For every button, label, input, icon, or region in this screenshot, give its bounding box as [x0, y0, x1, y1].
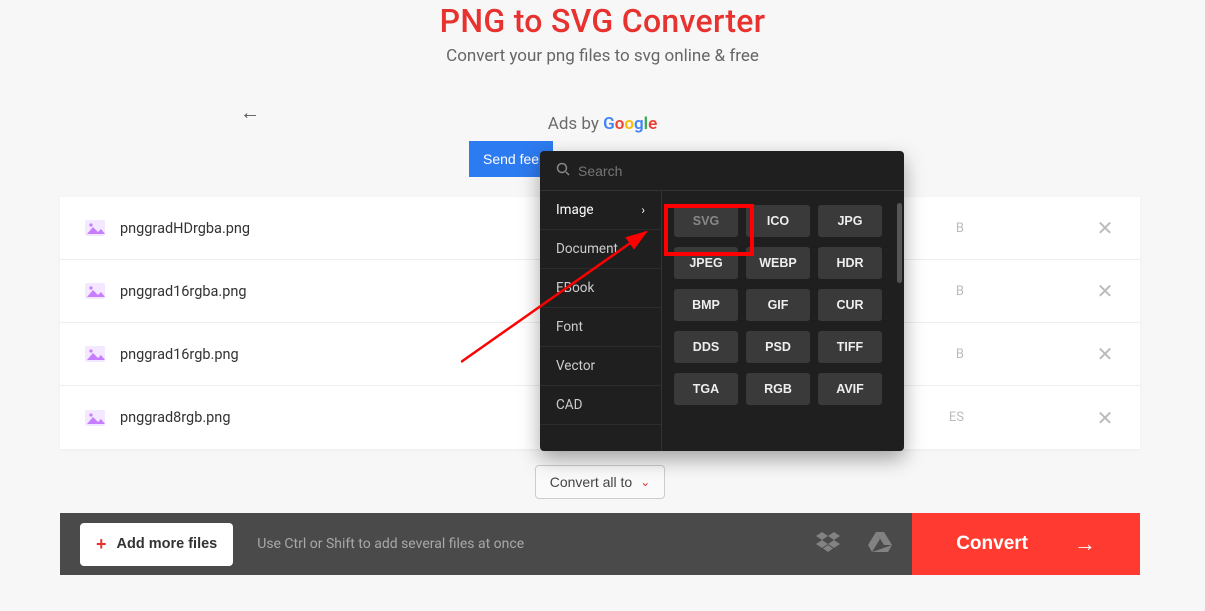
back-arrow-icon[interactable]: ← [240, 100, 260, 125]
file-name: pnggrad16rgb.png [120, 346, 470, 363]
category-label: EBook [556, 280, 594, 296]
format-category-list: Image › Document EBook Font Vector CAD [540, 191, 662, 451]
add-more-label: Add more files [117, 536, 218, 552]
image-file-icon [84, 219, 106, 237]
file-size: B [956, 284, 964, 299]
format-ico[interactable]: ICO [746, 205, 810, 237]
remove-file-icon[interactable]: ✕ [1094, 406, 1116, 430]
category-ebook[interactable]: EBook [540, 269, 661, 308]
file-size: ES [949, 410, 964, 425]
file-name: pnggrad16rgba.png [120, 283, 470, 300]
format-dropdown-panel: Image › Document EBook Font Vector CAD S… [540, 151, 904, 451]
format-avif[interactable]: AVIF [818, 373, 882, 405]
format-cur[interactable]: CUR [818, 289, 882, 321]
format-tiff[interactable]: TIFF [818, 331, 882, 363]
category-label: Vector [556, 358, 595, 374]
format-grid: SVG ICO JPG JPEG WEBP HDR BMP GIF CUR DD… [662, 191, 904, 451]
category-cad[interactable]: CAD [540, 386, 661, 425]
format-dds[interactable]: DDS [674, 331, 738, 363]
convert-label: Convert [956, 533, 1028, 555]
category-label: Document [556, 241, 618, 257]
convert-all-to-button[interactable]: Convert all to ⌄ [535, 465, 666, 499]
google-logo-text: Google [603, 114, 657, 134]
add-more-files-button[interactable]: + Add more files [80, 523, 233, 566]
category-label: Font [556, 319, 583, 335]
search-icon [556, 161, 570, 180]
format-jpg[interactable]: JPG [818, 205, 882, 237]
arrow-right-icon: → [1074, 531, 1096, 557]
image-file-icon [84, 409, 106, 427]
chevron-right-icon: › [641, 203, 645, 217]
format-search-input[interactable] [578, 163, 888, 179]
format-jpeg[interactable]: JPEG [674, 247, 738, 279]
category-document[interactable]: Document [540, 230, 661, 269]
format-bmp[interactable]: BMP [674, 289, 738, 321]
format-psd[interactable]: PSD [746, 331, 810, 363]
format-hdr[interactable]: HDR [818, 247, 882, 279]
ads-prefix: Ads by [548, 114, 603, 134]
page-subtitle: Convert your png files to svg online & f… [0, 46, 1205, 66]
category-label: CAD [556, 397, 582, 413]
page-title: PNG to SVG Converter [0, 2, 1205, 40]
category-label: Image [556, 202, 594, 218]
plus-icon: + [96, 534, 107, 555]
google-drive-icon[interactable] [868, 532, 892, 557]
format-search-row [540, 151, 904, 191]
format-webp[interactable]: WEBP [746, 247, 810, 279]
convert-button[interactable]: Convert → [912, 513, 1140, 575]
scrollbar-thumb[interactable] [897, 203, 902, 283]
ads-by-google: Ads by Google [0, 114, 1205, 134]
format-tga[interactable]: TGA [674, 373, 738, 405]
format-svg[interactable]: SVG [674, 205, 738, 237]
convert-all-label: Convert all to [550, 474, 632, 490]
remove-file-icon[interactable]: ✕ [1094, 342, 1116, 366]
category-font[interactable]: Font [540, 308, 661, 347]
format-rgb[interactable]: RGB [746, 373, 810, 405]
file-name: pnggrad8rgb.png [120, 409, 470, 426]
multi-select-hint: Use Ctrl or Shift to add several files a… [257, 536, 524, 552]
category-image[interactable]: Image › [540, 191, 661, 230]
file-size: B [956, 347, 964, 362]
file-name: pnggradHDrgba.png [120, 220, 470, 237]
footer-bar: + Add more files Use Ctrl or Shift to ad… [60, 513, 1140, 575]
remove-file-icon[interactable]: ✕ [1094, 279, 1116, 303]
format-gif[interactable]: GIF [746, 289, 810, 321]
image-file-icon [84, 282, 106, 300]
chevron-down-icon: ⌄ [640, 475, 650, 489]
category-vector[interactable]: Vector [540, 347, 661, 386]
image-file-icon [84, 345, 106, 363]
dropbox-icon[interactable] [816, 532, 840, 557]
remove-file-icon[interactable]: ✕ [1094, 216, 1116, 240]
file-size: B [956, 221, 964, 236]
